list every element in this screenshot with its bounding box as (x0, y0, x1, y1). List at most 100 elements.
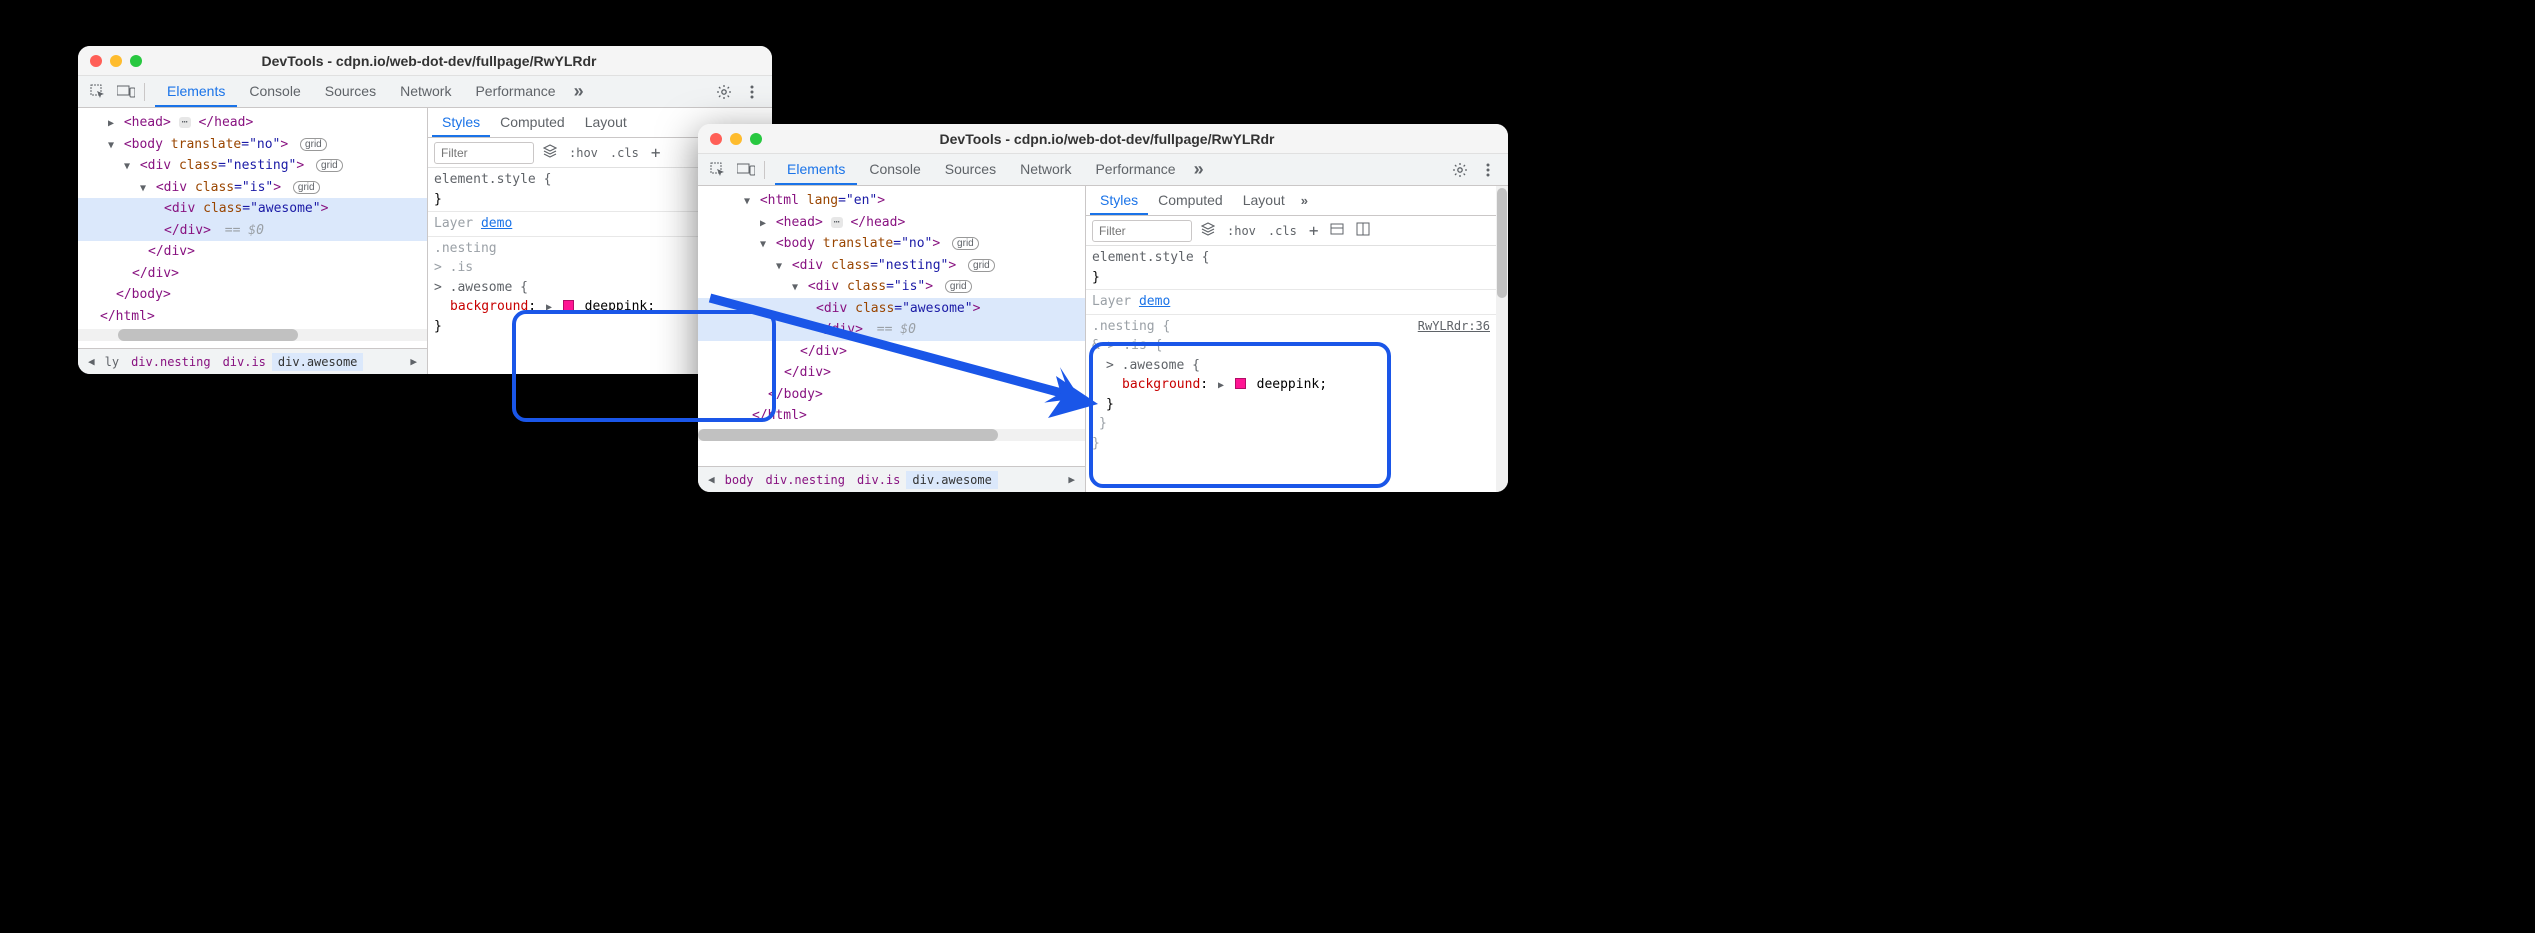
maximize-icon[interactable] (130, 55, 142, 67)
vertical-scrollbar[interactable] (1496, 186, 1508, 492)
rendering-emulations-icon[interactable] (1353, 222, 1373, 239)
element-style-section[interactable]: element.style { } (1086, 246, 1496, 290)
grid-badge[interactable]: grid (316, 159, 343, 172)
more-tabs-icon[interactable]: » (568, 81, 590, 102)
minimize-icon[interactable] (110, 55, 122, 67)
tab-computed[interactable]: Computed (490, 108, 575, 137)
maximize-icon[interactable] (750, 133, 762, 145)
layers-icon[interactable] (1198, 222, 1218, 239)
tab-sources[interactable]: Sources (313, 76, 388, 107)
chevron-down-icon[interactable]: ▼ (774, 259, 784, 274)
tab-elements[interactable]: Elements (155, 76, 237, 107)
device-toolbar-icon[interactable] (732, 156, 760, 184)
dom-tree[interactable]: ▼ <html lang="en"> ▶ <head> ⋯ </head> ▼ … (698, 186, 1085, 466)
dom-node-close[interactable]: </body> (698, 384, 1085, 406)
grid-badge[interactable]: grid (945, 280, 972, 293)
tab-sources[interactable]: Sources (933, 154, 1008, 185)
breadcrumb-prev-icon[interactable]: ◀ (84, 355, 99, 368)
breadcrumb-item-active[interactable]: div.awesome (906, 471, 997, 489)
dom-tree[interactable]: ▶ <head> ⋯ </head> ▼ <body translate="no… (78, 108, 427, 348)
color-swatch-icon[interactable] (1235, 378, 1246, 389)
tab-layout[interactable]: Layout (575, 108, 637, 137)
filter-input[interactable] (434, 142, 534, 164)
new-style-rule-icon[interactable]: + (1306, 221, 1322, 240)
tab-network[interactable]: Network (1008, 154, 1083, 185)
expand-shorthand-icon[interactable]: ▶ (546, 302, 552, 313)
css-value[interactable]: deeppink (585, 299, 648, 314)
layers-icon[interactable] (540, 144, 560, 161)
breadcrumb-item[interactable]: body (719, 471, 760, 489)
dom-node-close-awesome[interactable]: </div> == $0 (698, 319, 1085, 341)
horizontal-scrollbar[interactable] (78, 329, 427, 341)
dom-node-head[interactable]: ▶ <head> ⋯ </head> (78, 112, 427, 134)
tab-console[interactable]: Console (857, 154, 932, 185)
chevron-right-icon[interactable]: ▶ (758, 216, 768, 231)
titlebar[interactable]: DevTools - cdpn.io/web-dot-dev/fullpage/… (698, 124, 1508, 154)
computed-styles-sidebar-icon[interactable] (1327, 222, 1347, 239)
device-toolbar-icon[interactable] (112, 78, 140, 106)
settings-gear-icon[interactable] (710, 78, 738, 106)
chevron-down-icon[interactable]: ▼ (742, 194, 752, 209)
settings-gear-icon[interactable] (1446, 156, 1474, 184)
ellipsis-icon[interactable]: ⋯ (179, 117, 191, 128)
chevron-down-icon[interactable]: ▼ (790, 280, 800, 295)
color-swatch-icon[interactable] (563, 300, 574, 311)
source-link[interactable]: RwYLRdr:36 (1418, 317, 1490, 335)
dom-node-is[interactable]: ▼ <div class="is"> grid (78, 177, 427, 199)
tab-styles[interactable]: Styles (432, 108, 490, 137)
css-property[interactable]: background (1122, 377, 1200, 392)
hov-toggle[interactable]: :hov (1224, 224, 1259, 238)
breadcrumb-item[interactable]: ly (99, 353, 125, 371)
inspect-element-icon[interactable] (704, 156, 732, 184)
styles-content[interactable]: element.style { } Layer demo RwYLRdr:36 … (1086, 246, 1496, 492)
tab-performance[interactable]: Performance (463, 76, 567, 107)
dom-node-close[interactable]: </div> (698, 341, 1085, 363)
css-value[interactable]: deeppink (1257, 377, 1320, 392)
dom-node-awesome-selected[interactable]: <div class="awesome"> (698, 298, 1085, 320)
breadcrumb-item[interactable]: div.is (217, 353, 272, 371)
dom-node-close[interactable]: </html> (698, 405, 1085, 427)
breadcrumb-item-active[interactable]: div.awesome (272, 353, 363, 371)
minimize-icon[interactable] (730, 133, 742, 145)
expand-shorthand-icon[interactable]: ▶ (1218, 380, 1224, 391)
tab-layout[interactable]: Layout (1233, 186, 1295, 215)
chevron-down-icon[interactable]: ▼ (106, 138, 116, 153)
grid-badge[interactable]: grid (300, 138, 327, 151)
more-tabs-icon[interactable]: » (1188, 159, 1210, 180)
ellipsis-icon[interactable]: ⋯ (831, 217, 843, 228)
titlebar[interactable]: DevTools - cdpn.io/web-dot-dev/fullpage/… (78, 46, 772, 76)
tab-network[interactable]: Network (388, 76, 463, 107)
tab-console[interactable]: Console (237, 76, 312, 107)
dom-node-nesting[interactable]: ▼ <div class="nesting"> grid (78, 155, 427, 177)
dom-node-close[interactable]: </div> (698, 362, 1085, 384)
grid-badge[interactable]: grid (968, 259, 995, 272)
more-sidebar-tabs-icon[interactable]: » (1295, 193, 1314, 208)
kebab-menu-icon[interactable] (1474, 156, 1502, 184)
chevron-down-icon[interactable]: ▼ (122, 159, 132, 174)
cls-toggle[interactable]: .cls (607, 146, 642, 160)
inspect-element-icon[interactable] (84, 78, 112, 106)
dom-node-is[interactable]: ▼ <div class="is"> grid (698, 276, 1085, 298)
breadcrumb-item[interactable]: div.is (851, 471, 906, 489)
kebab-menu-icon[interactable] (738, 78, 766, 106)
dom-node-close-awesome[interactable]: </div> == $0 (78, 220, 427, 242)
dom-node-body[interactable]: ▼ <body translate="no"> grid (78, 134, 427, 156)
dom-node-close[interactable]: </div> (78, 241, 427, 263)
dom-node-nesting[interactable]: ▼ <div class="nesting"> grid (698, 255, 1085, 277)
grid-badge[interactable]: grid (293, 181, 320, 194)
new-style-rule-icon[interactable]: + (648, 143, 664, 162)
dom-node-head[interactable]: ▶ <head> ⋯ </head> (698, 212, 1085, 234)
breadcrumb-prev-icon[interactable]: ◀ (704, 473, 719, 486)
breadcrumb-item[interactable]: div.nesting (760, 471, 851, 489)
chevron-right-icon[interactable]: ▶ (106, 116, 116, 131)
layer-link[interactable]: demo (1139, 294, 1170, 309)
close-icon[interactable] (90, 55, 102, 67)
chevron-down-icon[interactable]: ▼ (758, 237, 768, 252)
close-icon[interactable] (710, 133, 722, 145)
breadcrumb-next-icon[interactable]: ▶ (1064, 473, 1079, 486)
dom-node-close[interactable]: </body> (78, 284, 427, 306)
cls-toggle[interactable]: .cls (1265, 224, 1300, 238)
horizontal-scrollbar[interactable] (698, 429, 1085, 441)
tab-elements[interactable]: Elements (775, 154, 857, 185)
dom-node-close[interactable]: </html> (78, 306, 427, 328)
